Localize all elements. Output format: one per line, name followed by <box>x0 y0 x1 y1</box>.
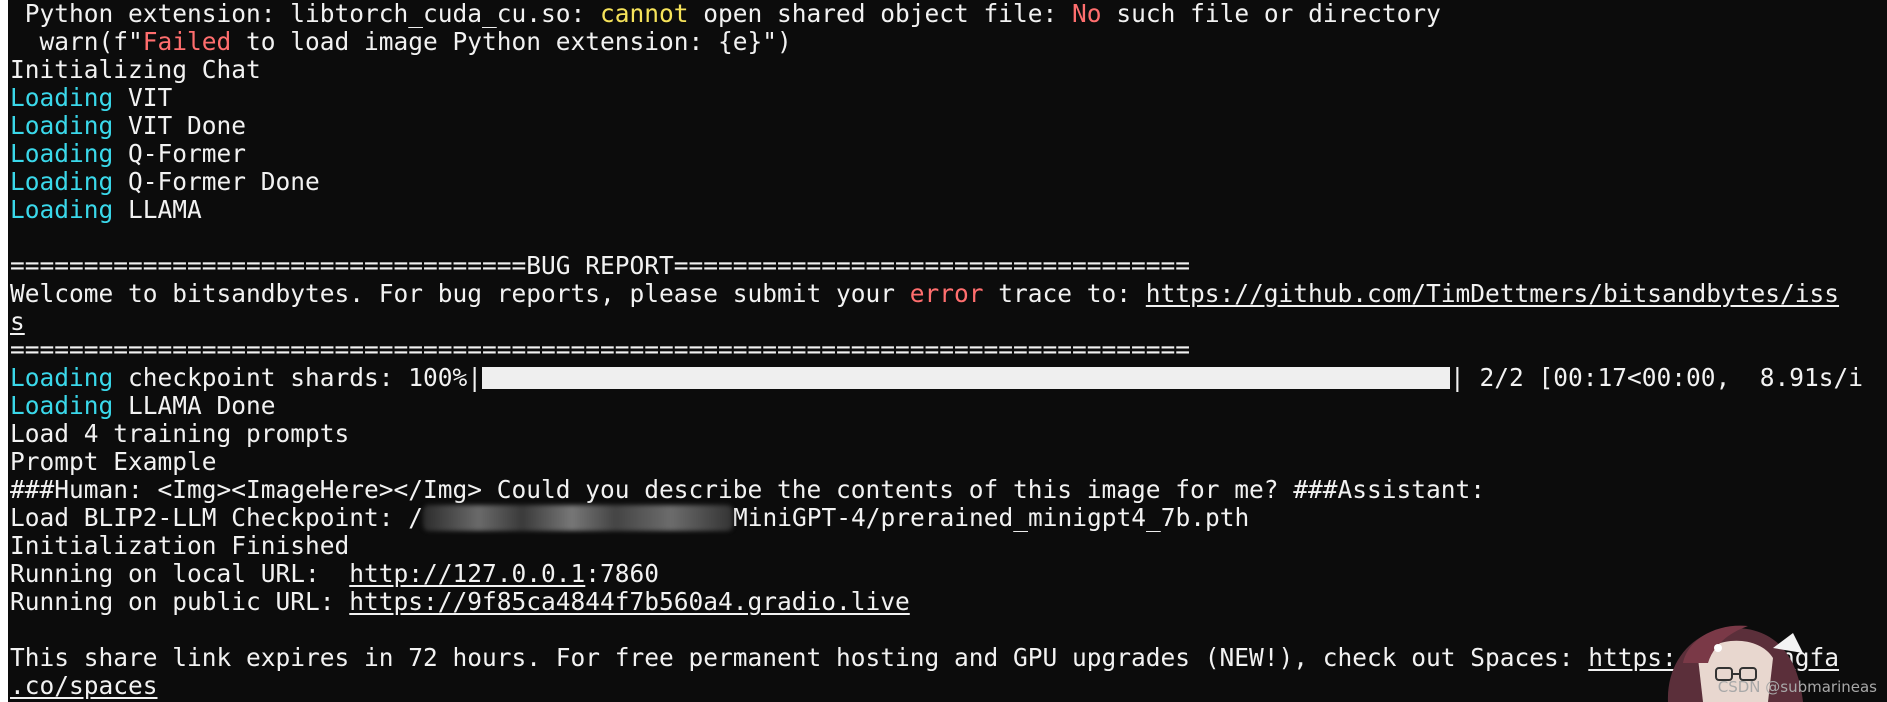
terminal-text: | 2/2 [00:17<00:00, 8.91s/i <box>1450 363 1864 392</box>
terminal-text: Initialization Finished <box>10 531 350 560</box>
terminal-text: Welcome to bitsandbytes. For bug reports… <box>10 279 910 308</box>
terminal-line: warn(f"Failed to load image Python exten… <box>10 28 1863 56</box>
progress-bar <box>482 367 1451 389</box>
terminal-text: Running on local URL: <box>10 559 350 588</box>
terminal-text: trace to: <box>983 279 1146 308</box>
terminal-text: warn(f" <box>10 27 143 56</box>
redacted-path <box>423 505 734 531</box>
terminal-link[interactable]: http://127.0.0.1 <box>349 559 585 588</box>
terminal-text: Prompt Example <box>10 447 217 476</box>
terminal-text: such file or directory <box>1101 0 1441 28</box>
terminal-link[interactable]: https://github.com/TimDettmers/bitsandby… <box>1146 279 1839 308</box>
terminal-window[interactable]: Python extension: libtorch_cuda_cu.so: c… <box>8 0 1887 702</box>
terminal-text: Load 4 training prompts <box>10 419 350 448</box>
terminal-line: Prompt Example <box>10 448 1863 476</box>
terminal-link[interactable]: .co/spaces <box>10 671 158 700</box>
terminal-link[interactable]: https://9f85ca4844f7b560a4.gradio.live <box>349 587 910 616</box>
terminal-text: Python extension: libtorch_cuda_cu.so: <box>10 0 601 28</box>
terminal-text: MiniGPT-4/prerained_minigpt4_7b.pth <box>733 503 1250 532</box>
terminal-text: cannot <box>600 0 689 28</box>
terminal-line: Load BLIP2-LLM Checkpoint: / MiniGPT-4/pr… <box>10 504 1863 532</box>
terminal-text: :7860 <box>585 559 660 588</box>
terminal-line: Initialization Finished <box>10 532 1863 560</box>
terminal-text: Loading <box>10 363 114 392</box>
terminal-text: checkpoint shards: 100%| <box>113 363 483 392</box>
terminal-text: Loading <box>10 167 114 196</box>
terminal-text: LLAMA Done <box>113 391 276 420</box>
terminal-text: Loading <box>10 83 114 112</box>
terminal-text: VIT Done <box>113 111 247 140</box>
terminal-line: Loading LLAMA <box>10 196 1863 224</box>
terminal-line: ###Human: <Img><ImageHere></Img> Could y… <box>10 476 1863 504</box>
terminal-text: Initializing Chat <box>10 55 261 84</box>
terminal-text: Loading <box>10 111 114 140</box>
terminal-line: Loading VIT Done <box>10 112 1863 140</box>
terminal-line: Load 4 training prompts <box>10 420 1863 448</box>
terminal-line: Loading Q-Former Done <box>10 168 1863 196</box>
terminal-text: Loading <box>10 391 114 420</box>
terminal-line: ========================================… <box>10 336 1863 364</box>
terminal-line: Running on local URL: http://127.0.0.1:7… <box>10 560 1863 588</box>
terminal-line: Loading Q-Former <box>10 140 1863 168</box>
terminal-text: Q-Former Done <box>113 167 320 196</box>
terminal-text: Running on public URL: <box>10 587 350 616</box>
terminal-text: Load BLIP2-LLM Checkpoint: / <box>10 503 424 532</box>
terminal-line: ===================================BUG R… <box>10 252 1863 280</box>
terminal-text: ========================================… <box>10 335 1191 364</box>
terminal-line: Welcome to bitsandbytes. For bug reports… <box>10 280 1863 308</box>
terminal-line: .co/spaces <box>10 672 1863 700</box>
terminal-text: ###Human: <Img><ImageHere></Img> Could y… <box>10 475 1486 504</box>
terminal-link[interactable]: s <box>10 307 25 336</box>
terminal-text: VIT <box>113 83 173 112</box>
terminal-text: Failed <box>142 27 232 56</box>
terminal-line: Running on public URL: https://9f85ca484… <box>10 588 1863 616</box>
terminal-text: No <box>1072 0 1102 28</box>
terminal-text: Q-Former <box>113 139 247 168</box>
terminal-text: to load image Python extension: {e}") <box>231 27 792 56</box>
watermark-text: CSDN @submarineas <box>1717 678 1877 696</box>
terminal-line: This share link expires in 72 hours. For… <box>10 644 1863 672</box>
terminal-output: Python extension: libtorch_cuda_cu.so: c… <box>10 0 1863 700</box>
terminal-text: open shared object file: <box>688 0 1073 28</box>
terminal-text: This share link expires in 72 hours. For… <box>10 643 1589 672</box>
terminal-text: ===================================BUG R… <box>10 251 1191 280</box>
terminal-line: Loading checkpoint shards: 100%| | 2/2 [0… <box>10 364 1863 392</box>
terminal-line: Python extension: libtorch_cuda_cu.so: c… <box>10 0 1863 28</box>
terminal-text: LLAMA <box>113 195 202 224</box>
terminal-line: s <box>10 308 1863 336</box>
terminal-line: Loading VIT <box>10 84 1863 112</box>
terminal-text: Loading <box>10 139 114 168</box>
terminal-line: Loading LLAMA Done <box>10 392 1863 420</box>
terminal-text: error <box>909 279 984 308</box>
terminal-text: Loading <box>10 195 114 224</box>
terminal-line: Initializing Chat <box>10 56 1863 84</box>
